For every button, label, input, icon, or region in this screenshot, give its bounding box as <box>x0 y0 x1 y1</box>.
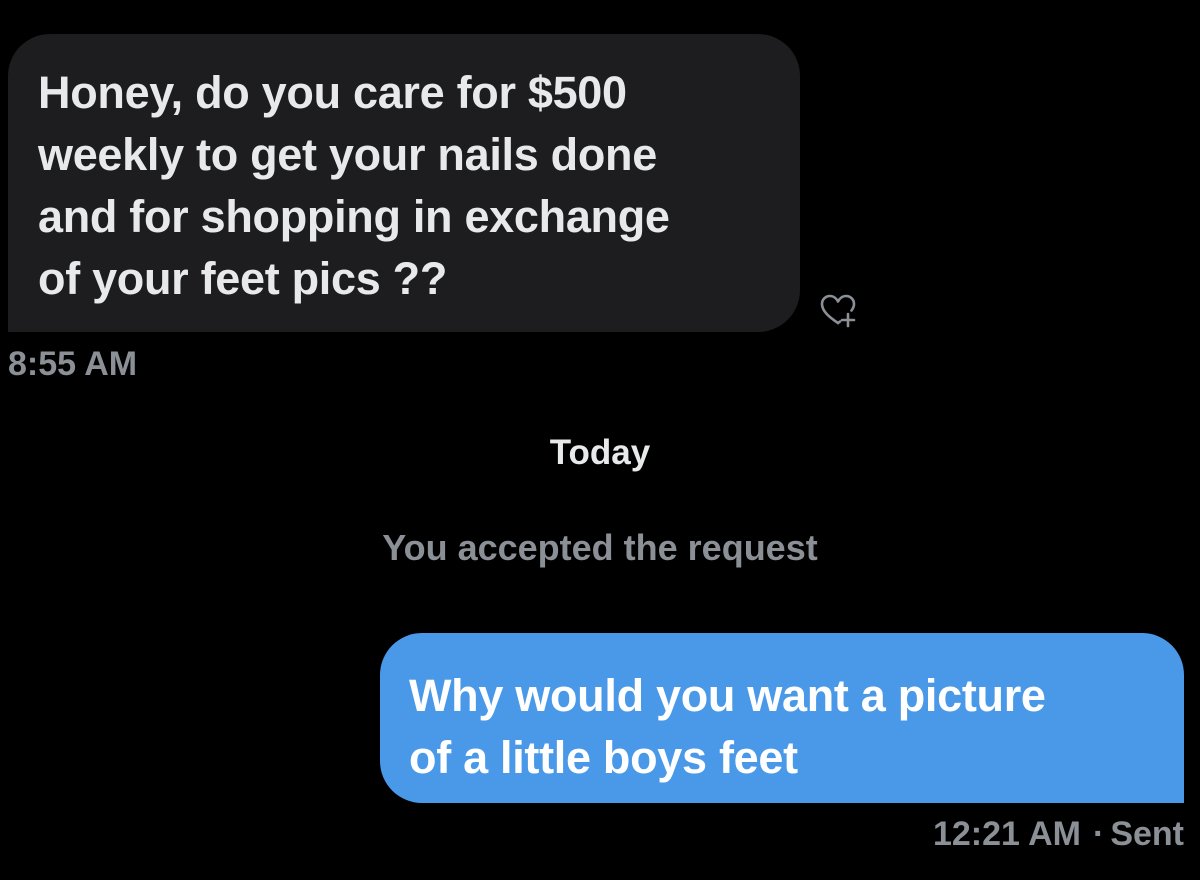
received-message-text: Honey, do you care for $500 weekly to ge… <box>38 67 670 304</box>
sent-message-text: Why would you want a picture of a little… <box>409 670 1046 783</box>
heart-plus-icon[interactable] <box>817 291 859 333</box>
sent-status: Sent <box>1110 815 1184 853</box>
sent-message-bubble[interactable]: Why would you want a picture of a little… <box>380 633 1184 803</box>
received-message-bubble[interactable]: Honey, do you care for $500 weekly to ge… <box>8 34 800 332</box>
dm-conversation-view: Honey, do you care for $500 weekly to ge… <box>0 0 1200 880</box>
request-accepted-note: You accepted the request <box>382 527 818 568</box>
sent-message-timestamp: 12:21 AM <box>932 815 1081 853</box>
meta-separator: · <box>1092 815 1105 853</box>
sent-message-meta: 12:21 AM · Sent <box>933 814 1184 854</box>
day-divider: Today <box>549 433 651 472</box>
received-message-timestamp: 8:55 AM <box>8 345 138 383</box>
